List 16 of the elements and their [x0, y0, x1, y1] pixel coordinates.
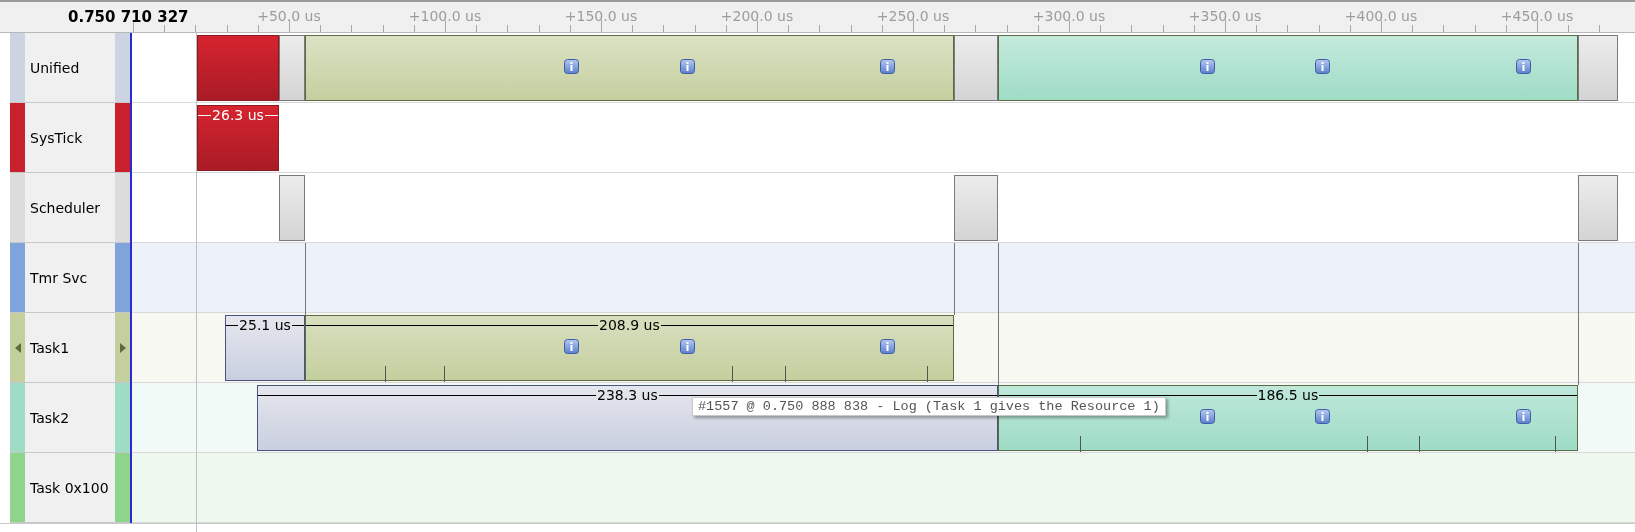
duration-label: 238.3 us — [596, 387, 659, 403]
tick-label: +300.0 us — [1032, 8, 1106, 24]
duration-label: 25.1 us — [238, 317, 292, 333]
tick-label: +350.0 us — [1188, 8, 1262, 24]
tick-label: +400.0 us — [1344, 8, 1418, 24]
duration-label: 208.9 us — [598, 317, 661, 333]
tick-label: +50.0 us — [257, 8, 321, 24]
tooltip: #1557 @ 0.750 888 838 - Log (Task 1 gives the Resource 1) — [692, 397, 1166, 416]
duration-label: 26.3 us — [211, 107, 265, 123]
duration-label: 186.5 us — [1256, 387, 1320, 403]
tick-label: +450.0 us — [1500, 8, 1574, 24]
timestamp: 0.750 710 327 — [68, 8, 189, 26]
tick-label: +250.0 us — [876, 8, 950, 24]
tick-label: +200.0 us — [720, 8, 794, 24]
tick-label: +150.0 us — [564, 8, 638, 24]
tick-label: +100.0 us — [408, 8, 482, 24]
